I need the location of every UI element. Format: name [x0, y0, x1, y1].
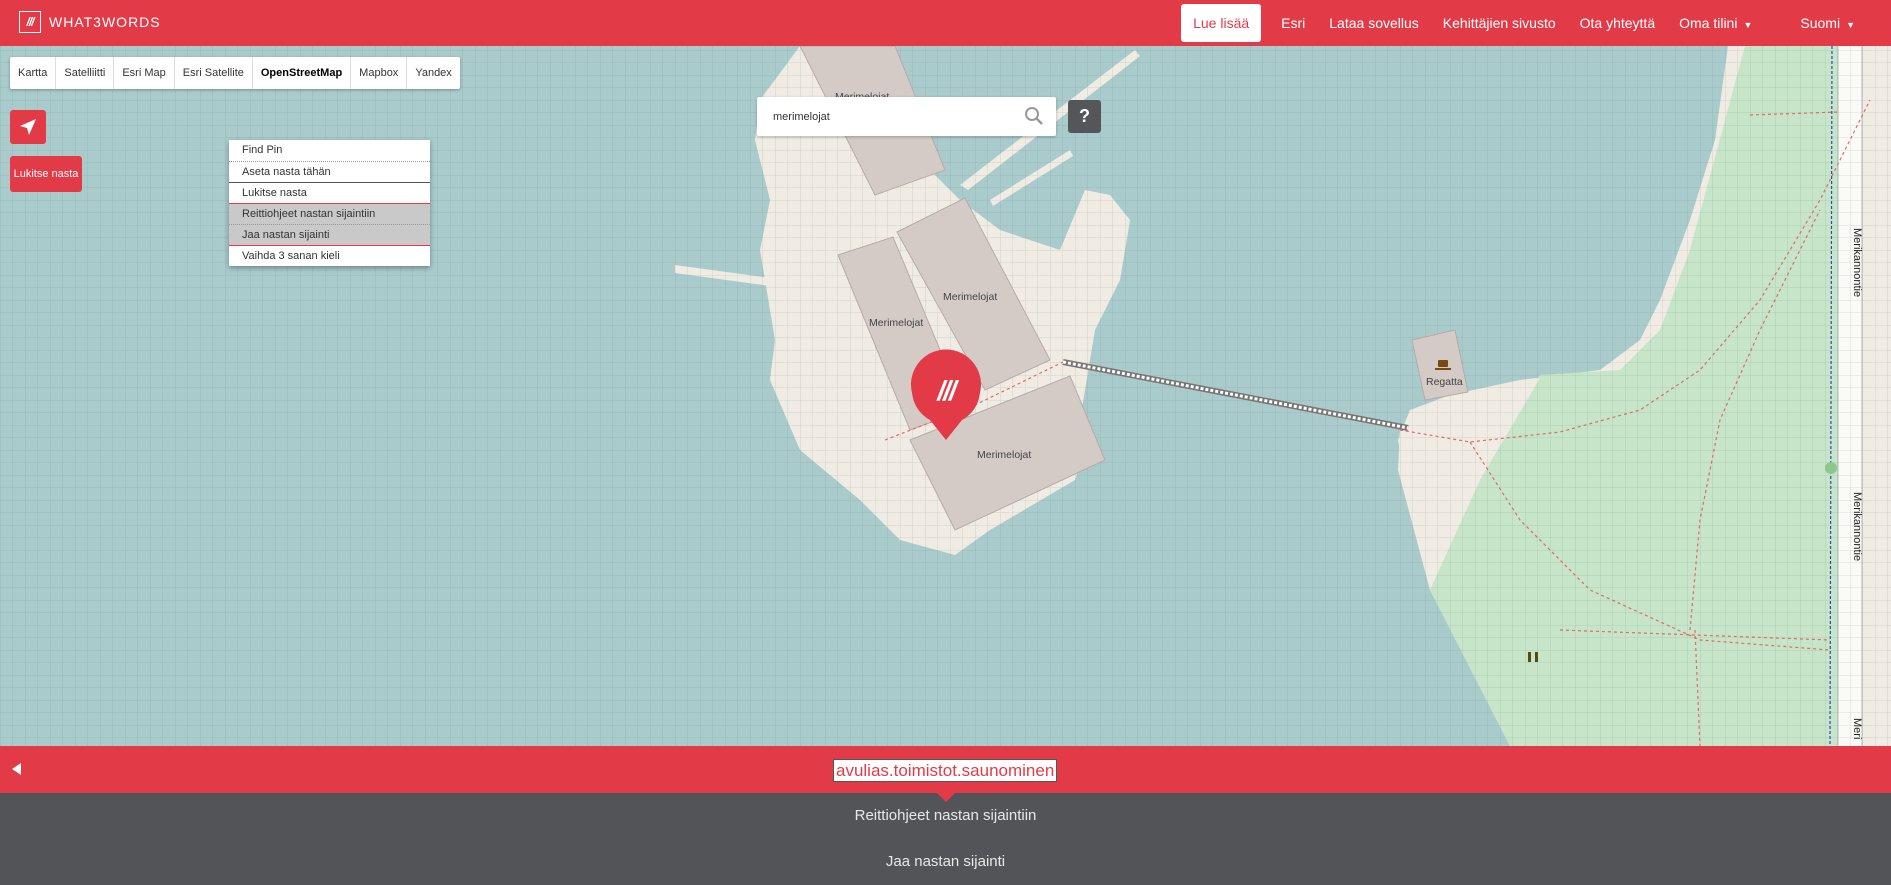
map-label-building: Merimelojat — [869, 317, 923, 329]
locate-button[interactable] — [10, 110, 46, 144]
nav-my-account[interactable]: Oma tilini ▼ — [1667, 0, 1764, 46]
logo[interactable]: /// WHAT3WORDS — [19, 11, 161, 33]
ctx-change-language[interactable]: Vaihda 3 sanan kieli — [229, 245, 430, 266]
address-pointer — [936, 792, 956, 802]
layer-yandex[interactable]: Yandex — [407, 57, 460, 89]
road-label: Meri — [1851, 718, 1863, 739]
help-button[interactable]: ? — [1068, 100, 1101, 133]
search-input[interactable] — [771, 107, 1015, 127]
search-box — [757, 97, 1056, 136]
map-label-building: Merimelojat — [977, 449, 1031, 461]
ctx-set-pin-here[interactable]: Aseta nasta tähän — [229, 161, 430, 182]
search-icon[interactable] — [1024, 106, 1044, 126]
lock-pin-button[interactable]: Lukitse nasta — [10, 156, 82, 192]
layer-openstreetmap[interactable]: OpenStreetMap — [253, 57, 352, 89]
nav-developers[interactable]: Kehittäjien sivusto — [1431, 0, 1568, 46]
top-navbar: /// WHAT3WORDS Lue lisää Esri Lataa sove… — [0, 0, 1891, 46]
ctx-find-pin[interactable]: Find Pin — [229, 140, 430, 161]
share-location-button[interactable]: Jaa nastan sijainti — [0, 839, 1891, 885]
map-poi-marker — [1825, 462, 1837, 474]
nav-download-app[interactable]: Lataa sovellus — [1317, 0, 1431, 46]
map-label-building: Merimelojat — [943, 291, 997, 303]
map-layer-switcher: Kartta Satelliitti Esri Map Esri Satelli… — [10, 57, 460, 89]
nav-language[interactable]: Suomi ▼ — [1764, 0, 1891, 46]
collapse-arrow-icon[interactable] — [12, 763, 21, 775]
ctx-lock-pin[interactable]: Lukitse nasta — [229, 182, 430, 203]
nav-contact[interactable]: Ota yhteyttä — [1568, 0, 1667, 46]
layer-kartta[interactable]: Kartta — [10, 57, 57, 89]
address-bar: avulias.toimistot.saunominen — [0, 746, 1891, 793]
logo-mark-icon: /// — [19, 11, 41, 33]
layer-esri-satellite[interactable]: Esri Satellite — [175, 57, 253, 89]
context-menu: Find Pin Aseta nasta tähän Lukitse nasta… — [229, 140, 430, 266]
chevron-down-icon: ▼ — [1846, 20, 1855, 30]
layer-esri-map[interactable]: Esri Map — [114, 57, 175, 89]
chevron-down-icon: ▼ — [1743, 20, 1753, 30]
ctx-share-location[interactable]: Jaa nastan sijainti — [229, 224, 430, 245]
road-label: Merikannontie — [1851, 492, 1863, 561]
main-nav: Lue lisää Esri Lataa sovellus Kehittäjie… — [1181, 0, 1891, 46]
layer-satelliitti[interactable]: Satelliitti — [56, 57, 115, 89]
layer-mapbox[interactable]: Mapbox — [351, 57, 408, 89]
three-word-address[interactable]: avulias.toimistot.saunominen — [833, 759, 1058, 782]
road-label: Merikannontie — [1851, 228, 1863, 297]
nav-my-account-label: Oma tilini — [1679, 15, 1738, 31]
logo-text: WHAT3WORDS — [49, 14, 161, 30]
nav-esri[interactable]: Esri — [1269, 0, 1317, 46]
ctx-directions[interactable]: Reittiohjeet nastan sijaintiin — [229, 203, 430, 224]
locate-arrow-icon — [20, 119, 36, 135]
nav-language-label: Suomi — [1800, 15, 1841, 31]
map-label-cafe: Regatta — [1426, 376, 1463, 388]
nav-learn-more[interactable]: Lue lisää — [1181, 4, 1262, 42]
